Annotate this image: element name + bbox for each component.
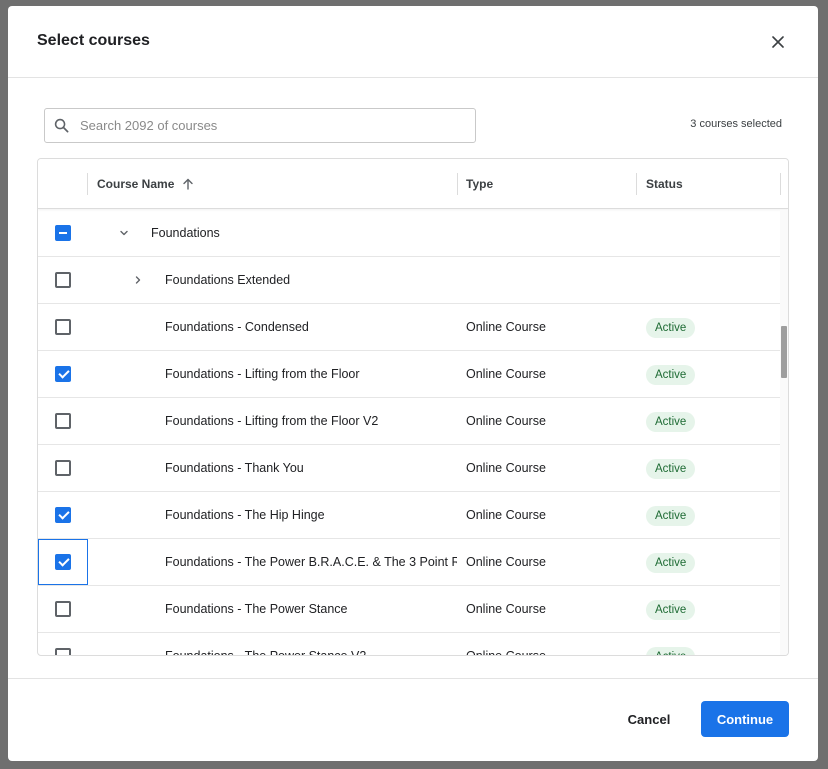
row-checkbox-cell (38, 398, 88, 444)
dialog-title: Select courses (37, 32, 150, 49)
arrow-up-icon (183, 178, 194, 190)
status-badge: Active (646, 412, 696, 432)
search-box (44, 108, 476, 143)
course-type: Online Course (466, 649, 546, 656)
status-badge: Active (646, 365, 696, 385)
column-separator (457, 173, 458, 195)
row-checkbox-cell (38, 445, 88, 491)
close-icon (772, 36, 784, 48)
status-badge: Active (646, 553, 696, 573)
row-checkbox-cell (38, 257, 88, 303)
course-name: Foundations - The Power Stance V2 (165, 649, 367, 656)
course-type: Online Course (466, 367, 546, 381)
row-checkbox[interactable] (55, 507, 71, 523)
course-name: Foundations Extended (165, 273, 291, 287)
table-row[interactable]: Foundations - Lifting from the Floor V2 O… (38, 398, 782, 445)
status-badge: Active (646, 647, 696, 655)
row-checkbox-cell (38, 539, 88, 585)
dialog-header: Select courses (8, 6, 818, 78)
course-name: Foundations (151, 226, 220, 240)
row-checkbox[interactable] (55, 601, 71, 617)
row-checkbox[interactable] (55, 366, 71, 382)
chevron-right-icon[interactable] (131, 273, 145, 287)
selected-count: 3 courses selected (690, 118, 782, 130)
row-checkbox[interactable] (55, 225, 71, 241)
row-checkbox[interactable] (55, 554, 71, 570)
column-header-status[interactable]: Status (646, 159, 683, 209)
row-checkbox-cell (38, 492, 88, 538)
column-separator (87, 173, 88, 195)
column-header-label: Course Name (97, 177, 175, 191)
row-checkbox[interactable] (55, 648, 71, 655)
course-name: Foundations - The Hip Hinge (165, 508, 325, 522)
course-name: Foundations - The Power B.R.A.C.E. & The… (165, 555, 457, 569)
chevron-down-icon[interactable] (117, 226, 131, 240)
table-row[interactable]: Foundations Extended (38, 257, 782, 304)
cancel-button[interactable]: Cancel (616, 701, 682, 737)
row-checkbox-cell (38, 351, 88, 397)
table-row[interactable]: Foundations - Lifting from the Floor Onli… (38, 351, 782, 398)
courses-table: Course Name Type Status Foundations Found… (37, 158, 789, 656)
row-checkbox-cell (38, 586, 88, 632)
table-row[interactable]: Foundations - Thank You Online Course Acti… (38, 445, 782, 492)
row-checkbox[interactable] (55, 272, 71, 288)
select-courses-dialog: Select courses 3 courses selected Course… (8, 6, 818, 761)
scrollbar-thumb[interactable] (781, 326, 787, 378)
course-name: Foundations - Thank You (165, 461, 304, 475)
table-header: Course Name Type Status (38, 159, 788, 209)
row-checkbox-cell (38, 304, 88, 350)
dialog-footer: Cancel Continue (8, 678, 818, 761)
row-checkbox[interactable] (55, 413, 71, 429)
row-checkbox[interactable] (55, 460, 71, 476)
status-badge: Active (646, 600, 696, 620)
status-badge: Active (646, 459, 696, 479)
course-type: Online Course (466, 414, 546, 428)
course-name: Foundations - Lifting from the Floor V2 (165, 414, 379, 428)
column-separator (780, 173, 781, 195)
row-checkbox-cell (38, 210, 88, 256)
course-name: Foundations - Condensed (165, 320, 309, 334)
table-row[interactable]: Foundations - Condensed Online Course Acti… (38, 304, 782, 351)
course-type: Online Course (466, 602, 546, 616)
course-type: Online Course (466, 508, 546, 522)
course-name: Foundations - Lifting from the Floor (165, 367, 360, 381)
scrollbar-track[interactable] (780, 210, 788, 655)
continue-button[interactable]: Continue (701, 701, 789, 737)
course-name: Foundations - The Power Stance (165, 602, 348, 616)
close-button[interactable] (768, 32, 788, 52)
table-row[interactable]: Foundations - The Power B.R.A.C.E. & The… (38, 539, 782, 586)
search-input[interactable] (80, 118, 460, 133)
table-row[interactable]: Foundations (38, 210, 782, 257)
status-badge: Active (646, 506, 696, 526)
course-type: Online Course (466, 555, 546, 569)
column-separator (636, 173, 637, 195)
course-type: Online Course (466, 461, 546, 475)
course-type: Online Course (466, 320, 546, 334)
column-header-type[interactable]: Type (466, 159, 493, 209)
row-checkbox-cell (38, 633, 88, 655)
table-body: Foundations Foundations Extended Foundatio… (38, 210, 782, 656)
column-header-course-name[interactable]: Course Name (97, 159, 194, 209)
table-row[interactable]: Foundations - The Hip Hinge Online Course… (38, 492, 782, 539)
row-checkbox[interactable] (55, 319, 71, 335)
search-icon (54, 118, 70, 134)
status-badge: Active (646, 318, 696, 338)
table-row[interactable]: Foundations - The Power Stance V2 Online … (38, 633, 782, 656)
table-row[interactable]: Foundations - The Power Stance Online Cou… (38, 586, 782, 633)
